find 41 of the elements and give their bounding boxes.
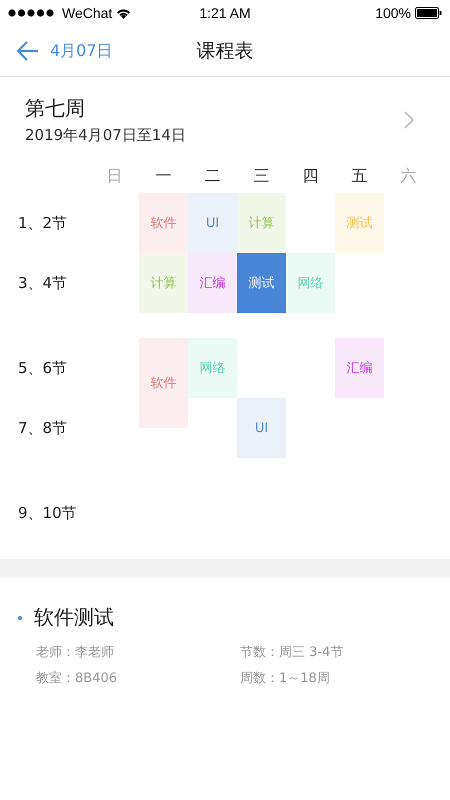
clock-time: 1:21 AM (199, 5, 251, 21)
back-button[interactable]: 4月07日 (0, 40, 113, 62)
course-info: 周数：1～18周 (240, 670, 331, 687)
back-arrow-icon (16, 40, 40, 62)
course-block[interactable]: 计算 (139, 253, 188, 313)
course-info: 节数：周三 3-4节 (240, 644, 344, 661)
bullet-dot (18, 616, 22, 620)
course-block[interactable]: 网络 (286, 253, 335, 313)
weekday-label: 日 (106, 164, 124, 186)
course-block[interactable]: UI (188, 193, 237, 253)
weekday-label: 三 (252, 164, 270, 186)
period-label: 7、8节 (17, 418, 68, 438)
period-label: 9、10节 (17, 502, 78, 524)
weekday-label: 二 (204, 164, 222, 186)
weekday-label: 一 (154, 164, 172, 186)
course-block[interactable]: 测试 (335, 193, 384, 253)
chevron-right-icon[interactable] (404, 111, 414, 129)
period-label: 3、4节 (17, 272, 68, 294)
period-label: 1、2节 (17, 212, 68, 234)
week-title: 第七周 (25, 95, 86, 122)
course-block[interactable]: 软件 (139, 338, 188, 428)
course-info: 教室：8B406 (36, 670, 118, 687)
course-info: 老师：李老师 (36, 644, 115, 661)
page-title: 课程表 (196, 39, 254, 64)
wifi-icon (116, 8, 132, 18)
battery-percent: 100% (375, 5, 411, 21)
weekday-label: 六 (400, 164, 418, 186)
battery-icon (415, 7, 442, 19)
weekday-label: 五 (350, 164, 368, 186)
course-block[interactable]: 汇编 (335, 338, 384, 398)
period-label: 5、6节 (17, 358, 68, 378)
weekday-label: 四 (302, 164, 320, 186)
week-range: 2019年4月07日至14日 (25, 126, 186, 145)
course-block[interactable]: 软件 (139, 193, 188, 253)
course-title: 软件测试 (34, 604, 114, 631)
course-block[interactable]: 汇编 (188, 253, 237, 313)
course-block[interactable]: 计算 (237, 193, 286, 253)
course-block[interactable]: 测试 (237, 253, 286, 313)
course-block[interactable]: 网络 (188, 338, 237, 398)
carrier-name: WeChat (62, 5, 112, 21)
course-block[interactable]: UI (237, 398, 286, 458)
